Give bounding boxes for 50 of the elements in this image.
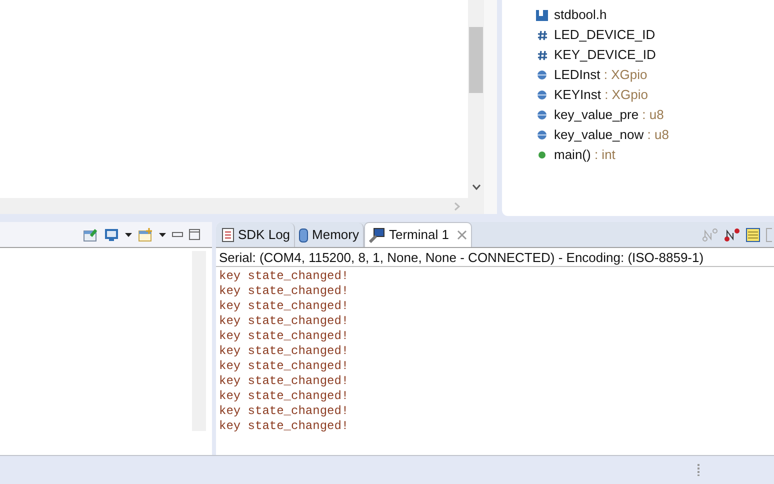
field-icon bbox=[537, 90, 547, 100]
minimize-icon[interactable] bbox=[172, 232, 183, 237]
field-icon bbox=[537, 110, 547, 120]
cylinder-icon bbox=[299, 228, 308, 242]
pin-window-icon[interactable] bbox=[83, 228, 98, 242]
header-file-icon bbox=[536, 10, 548, 20]
dropdown-caret-icon[interactable] bbox=[125, 232, 132, 236]
field-icon bbox=[537, 70, 547, 80]
close-icon[interactable] bbox=[456, 230, 467, 240]
terminal-line: key state_changed! bbox=[219, 359, 349, 374]
disconnect-icon[interactable] bbox=[702, 228, 718, 242]
maximize-icon[interactable] bbox=[189, 229, 200, 240]
function-icon bbox=[538, 151, 546, 159]
outline-item[interactable]: LEDInst : XGpio bbox=[554, 65, 648, 85]
chevron-down-icon[interactable] bbox=[472, 184, 480, 190]
terminal-line: key state_changed! bbox=[219, 404, 349, 419]
settings-icon[interactable] bbox=[746, 228, 760, 242]
chevron-right-icon[interactable] bbox=[454, 202, 460, 210]
document-icon bbox=[222, 228, 234, 242]
toolbar-icon[interactable] bbox=[766, 228, 772, 242]
terminal-line: key state_changed! bbox=[219, 389, 349, 404]
grip-icon[interactable] bbox=[697, 463, 700, 477]
hash-icon bbox=[536, 30, 548, 40]
outline-item[interactable]: key_value_pre : u8 bbox=[554, 105, 664, 125]
terminal-line: key state_changed! bbox=[219, 419, 349, 434]
connect-icon[interactable] bbox=[724, 228, 740, 242]
terminal-line: key state_changed! bbox=[219, 284, 349, 299]
terminal-line: key state_changed! bbox=[219, 314, 349, 329]
outline-item[interactable]: KEY_DEVICE_ID bbox=[554, 45, 656, 65]
dropdown-caret-icon[interactable] bbox=[159, 232, 166, 236]
outline-item[interactable]: LED_DEVICE_ID bbox=[554, 25, 656, 45]
outline-item[interactable]: KEYInst : XGpio bbox=[554, 85, 648, 105]
hash-icon bbox=[536, 50, 548, 60]
vertical-scrollbar[interactable] bbox=[468, 0, 484, 214]
new-window-icon[interactable] bbox=[138, 228, 153, 242]
panel-tab[interactable]: Terminal 1 bbox=[364, 222, 472, 247]
terminal-line: key state_changed! bbox=[219, 269, 349, 284]
terminal-line: key state_changed! bbox=[219, 299, 349, 314]
monitor-icon[interactable] bbox=[104, 228, 119, 242]
horizontal-scrollbar[interactable] bbox=[0, 198, 468, 214]
terminal-icon bbox=[369, 228, 385, 242]
outline-item[interactable]: key_value_now : u8 bbox=[554, 125, 669, 145]
outline-item[interactable]: main() : int bbox=[554, 145, 616, 165]
outline-item[interactable]: stdbool.h bbox=[554, 5, 607, 25]
scrollbar-thumb[interactable] bbox=[469, 27, 483, 93]
terminal-line: key state_changed! bbox=[219, 374, 349, 389]
terminal-line: key state_changed! bbox=[219, 329, 349, 344]
field-icon bbox=[537, 130, 547, 140]
terminal-line: key state_changed! bbox=[219, 344, 349, 359]
connection-status: Serial: (COM4, 115200, 8, 1, None, None - CONNECTED) - Encoding: (ISO-8859-1) bbox=[216, 248, 774, 267]
